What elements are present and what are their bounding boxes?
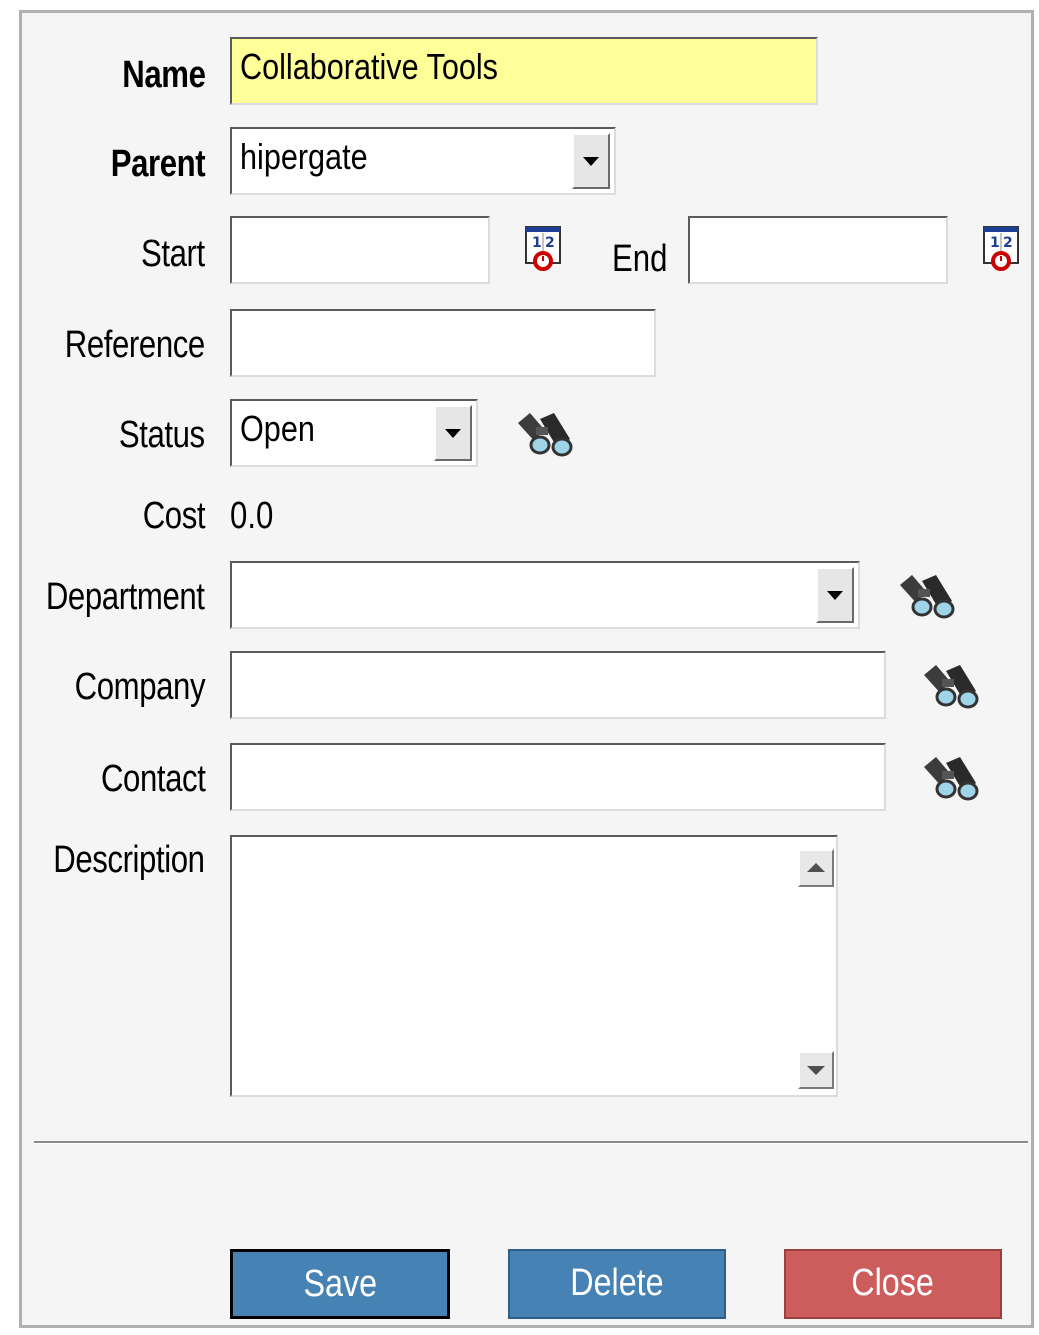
project-form-panel: Name Collaborative Tools Parent hipergat…: [19, 10, 1034, 1328]
contact-input[interactable]: [230, 743, 886, 811]
contact-label: Contact: [100, 758, 205, 800]
description-label: Description: [53, 839, 206, 881]
start-date-input[interactable]: [230, 216, 490, 284]
cost-value: 0.0: [230, 495, 274, 537]
reference-label: Reference: [64, 324, 205, 366]
cost-label: Cost: [142, 495, 206, 537]
company-label: Company: [74, 666, 206, 708]
delete-button[interactable]: Delete: [508, 1249, 726, 1319]
name-value: Collaborative Tools: [240, 46, 498, 87]
save-button[interactable]: Save: [230, 1249, 450, 1319]
binoculars-icon[interactable]: [920, 753, 980, 803]
name-label: Name: [121, 54, 206, 96]
separator-line: [34, 1141, 1028, 1144]
department-dropdown-button[interactable]: [816, 567, 854, 623]
parent-select[interactable]: hipergate: [230, 127, 616, 195]
status-select[interactable]: Open: [230, 399, 478, 467]
description-textarea[interactable]: [230, 835, 838, 1097]
parent-dropdown-button[interactable]: [572, 133, 610, 189]
calendar-icon[interactable]: [982, 221, 1022, 271]
close-button[interactable]: Close: [784, 1249, 1002, 1319]
parent-value: hipergate: [240, 136, 368, 177]
department-select[interactable]: [230, 561, 860, 629]
scroll-up-button[interactable]: [798, 849, 834, 887]
status-label: Status: [119, 414, 205, 456]
department-label: Department: [46, 576, 205, 618]
name-input[interactable]: Collaborative Tools: [230, 37, 818, 105]
binoculars-icon[interactable]: [896, 571, 956, 621]
reference-input[interactable]: [230, 309, 656, 377]
parent-label: Parent: [110, 143, 205, 185]
status-dropdown-button[interactable]: [434, 405, 472, 461]
end-label: End: [612, 238, 668, 280]
status-value: Open: [240, 408, 315, 449]
binoculars-icon[interactable]: [514, 409, 574, 459]
binoculars-icon[interactable]: [920, 661, 980, 711]
end-date-input[interactable]: [688, 216, 948, 284]
calendar-icon[interactable]: [524, 221, 564, 271]
company-input[interactable]: [230, 651, 886, 719]
start-label: Start: [141, 233, 205, 275]
scroll-down-button[interactable]: [798, 1051, 834, 1089]
